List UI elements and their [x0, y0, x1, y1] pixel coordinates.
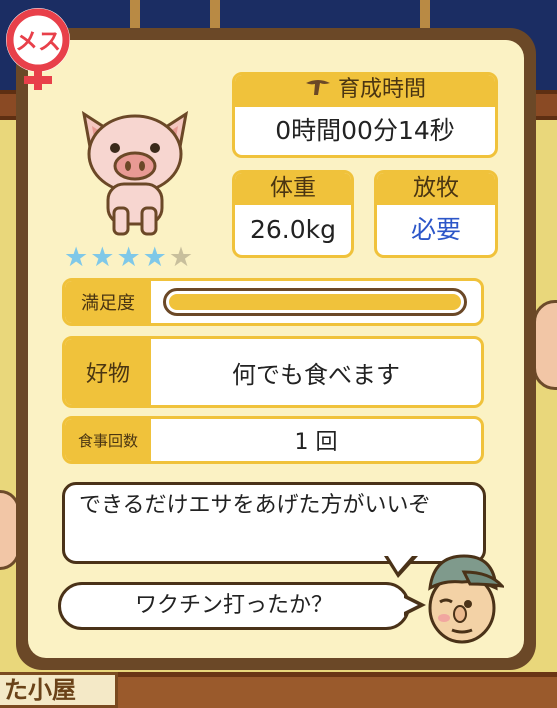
star-icon: ★ [142, 242, 167, 273]
grazing-box: 放牧 必要 [374, 170, 498, 258]
satisfaction-bar [163, 288, 467, 316]
star-icon: ★ [168, 242, 194, 273]
satisfaction-bar-fill [169, 294, 461, 310]
badge-label: メス [15, 29, 61, 55]
farmer-avatar[interactable] [420, 550, 504, 646]
speech-bubble-tail-inner [404, 598, 418, 612]
favorite-food-value: 何でも食べます [232, 360, 400, 389]
background-pig-right [533, 300, 557, 390]
pig-illustration [81, 110, 189, 236]
meal-count-row: 食事回数 1 回 [62, 416, 484, 464]
star-icon: ★ [116, 242, 141, 273]
grazing-value: 必要 [410, 215, 461, 244]
growth-time-box: 育成時間 0時間00分14秒 [232, 72, 498, 158]
satisfaction-row: 満足度 [62, 278, 484, 326]
whistle-icon [305, 80, 330, 95]
weight-value: 26.0kg [249, 215, 336, 244]
barn-sign: た小屋 [0, 672, 118, 708]
female-badge: メス [6, 8, 70, 90]
weight-box: 体重 26.0kg [232, 170, 354, 258]
star-icon: ★ [64, 242, 89, 273]
grazing-label: 放牧 [377, 173, 495, 205]
meal-count-label: 食事回数 [65, 419, 151, 461]
favorite-food-label: 好物 [65, 339, 151, 405]
star-icon: ★ [90, 242, 115, 273]
speech-bubble-vaccine[interactable]: ワクチン打ったか？ [58, 582, 410, 630]
meal-count-value: 1 回 [294, 430, 338, 455]
growth-time-header: 育成時間 [235, 75, 495, 107]
growth-time-label: 育成時間 [337, 77, 426, 102]
favorite-food-row: 好物 何でも食べます [62, 336, 484, 408]
speech-bubble-tail-inner [388, 556, 412, 572]
satisfaction-label: 満足度 [65, 281, 151, 323]
growth-time-value: 0時間00分14秒 [275, 116, 455, 145]
weight-label: 体重 [235, 173, 351, 205]
pig-rating: ★ ★ ★ ★ ★ [64, 244, 193, 271]
